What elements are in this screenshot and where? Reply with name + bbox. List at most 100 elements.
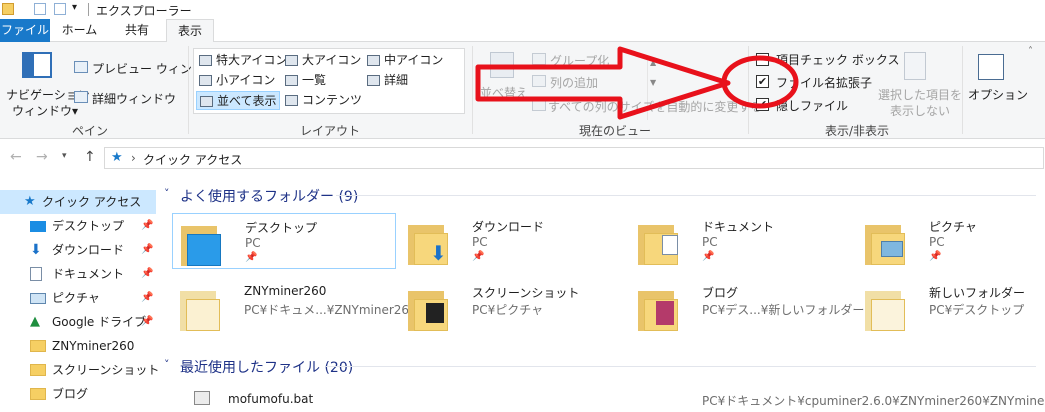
nav-label: Google ドライブ xyxy=(52,315,147,329)
recent-file-path: PC¥ドキュメント¥cpuminer2.6.0¥ZNYminer260¥ZNYm… xyxy=(702,394,1045,408)
recent-files-header[interactable]: 最近使用したファイル (20) xyxy=(180,357,353,377)
nav-label: ブログ xyxy=(52,387,89,401)
address-bar[interactable]: ★ › クイック アクセス xyxy=(104,147,1044,169)
tab-file[interactable]: ファイル xyxy=(0,19,50,42)
group-by-button[interactable]: グループ化 xyxy=(550,52,609,69)
layout-large-icons[interactable]: 大アイコン xyxy=(282,51,361,70)
folder-tile-documents[interactable]: ドキュメント PC 📌 xyxy=(630,213,854,269)
group-separator xyxy=(748,46,749,134)
nav-item-google-drive[interactable]: ▲ Google ドライブ 📌 xyxy=(0,310,156,334)
nav-quick-access[interactable]: ★ クイック アクセス xyxy=(0,190,156,214)
desktop-folder-icon xyxy=(177,220,233,266)
details-icon xyxy=(367,75,380,86)
section-divider xyxy=(336,195,1036,196)
layout-medium-icons[interactable]: 中アイコン xyxy=(364,51,443,70)
tile-name: ブログ xyxy=(702,286,739,300)
hidden-items-checkbox[interactable]: ✔ xyxy=(756,98,769,111)
extra-large-icons-icon xyxy=(199,55,212,66)
file-extensions-checkbox[interactable]: ✔ xyxy=(756,75,769,88)
large-icons-icon xyxy=(285,55,298,66)
nav-item-blog[interactable]: ブログ xyxy=(0,382,156,406)
group-label-current-view: 現在のビュー xyxy=(578,124,651,138)
ribbon-collapse-icon[interactable]: ˄ xyxy=(1028,46,1033,57)
nav-item-documents[interactable]: ドキュメント 📌 xyxy=(0,262,156,286)
documents-folder-icon xyxy=(634,219,690,265)
tab-home[interactable]: ホーム xyxy=(51,19,108,42)
pin-icon: 📌 xyxy=(472,251,485,262)
recent-file-row[interactable]: mofumofu.bat PC¥ドキュメント¥cpuminer2.6.0¥ZNY… xyxy=(172,387,1045,411)
size-all-columns-button[interactable]: すべての列のサイズを自動的に変更する xyxy=(548,98,762,115)
folder-tile-znyminer260[interactable]: ZNYminer260 PC¥ドキュメ...¥ZNYminer260 xyxy=(172,279,417,335)
medium-icons-icon xyxy=(367,55,380,66)
new-folder-icon[interactable] xyxy=(54,3,66,15)
collapse-frequent-icon[interactable]: ˅ xyxy=(164,187,170,200)
customize-quick-access-icon[interactable]: ▾ xyxy=(72,2,77,13)
preview-pane-button[interactable]: プレビュー ウィンドウ xyxy=(72,58,216,76)
layout-small-icons[interactable]: 小アイコン xyxy=(196,71,275,90)
tile-location: PC xyxy=(245,236,261,250)
collapse-recent-icon[interactable]: ˅ xyxy=(164,358,170,371)
sort-label: 並べ替え xyxy=(480,86,529,100)
nav-label: ZNYminer260 xyxy=(52,339,135,353)
breadcrumb-separator[interactable]: › xyxy=(131,151,136,165)
folder-tile-new-folder[interactable]: 新しいフォルダー PC¥デスクトップ xyxy=(857,279,1045,335)
properties-icon[interactable] xyxy=(34,3,46,15)
nav-item-pictures[interactable]: ピクチャ 📌 xyxy=(0,286,156,310)
hidden-items-label: 隠しファイル xyxy=(776,99,849,113)
hide-selected-icon xyxy=(904,52,926,80)
layout-item-label: 小アイコン xyxy=(216,73,276,87)
forward-icon[interactable]: → xyxy=(36,149,48,165)
tab-view[interactable]: 表示 xyxy=(166,19,214,43)
layout-details[interactable]: 詳細 xyxy=(364,71,408,90)
folder-icon xyxy=(861,285,917,331)
options-button[interactable]: オプション xyxy=(966,48,1028,114)
nav-item-znyminer260[interactable]: ZNYminer260 xyxy=(0,334,156,358)
nav-item-screenshots[interactable]: スクリーンショット xyxy=(0,358,159,382)
pin-icon[interactable]: 📌 xyxy=(141,286,153,310)
breadcrumb-quick-access[interactable]: クイック アクセス xyxy=(143,151,242,168)
scroll-up-icon[interactable]: ▲ xyxy=(650,58,656,67)
layout-item-label: コンテンツ xyxy=(302,93,363,107)
pin-icon[interactable]: 📌 xyxy=(141,310,153,334)
details-pane-button[interactable]: 詳細ウィンドウ xyxy=(72,88,176,106)
layout-list[interactable]: 一覧 xyxy=(282,71,326,90)
tab-share[interactable]: 共有 xyxy=(108,19,166,42)
nav-item-downloads[interactable]: ⬇ ダウンロード 📌 xyxy=(0,238,156,262)
list-icon xyxy=(285,75,298,86)
nav-item-desktop[interactable]: デスクトップ 📌 xyxy=(0,214,156,238)
add-column-button[interactable]: 列の追加 xyxy=(550,74,598,91)
tile-name: ドキュメント xyxy=(702,220,775,234)
frequent-folders-header[interactable]: よく使用するフォルダー (9) xyxy=(180,186,358,206)
folder-tile-screenshots[interactable]: スクリーンショット PC¥ピクチャ xyxy=(400,279,624,335)
layout-content[interactable]: コンテンツ xyxy=(282,91,362,110)
tile-name: デスクトップ xyxy=(245,221,318,235)
folder-tile-downloads[interactable]: ⬇ ダウンロード PC 📌 xyxy=(400,213,624,269)
layout-item-label: 一覧 xyxy=(302,73,327,87)
title-separator xyxy=(88,3,89,16)
google-drive-icon: ▲ xyxy=(30,314,40,329)
sort-by-button[interactable]: 並べ替え xyxy=(480,48,528,114)
size-columns-icon xyxy=(532,99,546,111)
section-divider xyxy=(326,366,1036,367)
layout-item-label: 特大アイコン xyxy=(216,53,288,67)
details-pane-icon xyxy=(74,91,88,103)
folder-tile-desktop[interactable]: デスクトップ PC 📌 xyxy=(172,213,396,269)
item-checkbox-toggle[interactable] xyxy=(756,53,769,66)
layout-tiles[interactable]: 並べて表示 xyxy=(196,91,280,110)
pin-icon[interactable]: 📌 xyxy=(141,238,153,262)
up-icon[interactable]: ↑ xyxy=(84,149,96,165)
hide-selected-items-button[interactable]: 選択した項目を 表示しない xyxy=(872,48,962,118)
nav-label: クイック アクセス xyxy=(42,195,142,209)
navigation-pane-button[interactable]: ナビゲーション ウィンドウ▾ xyxy=(4,46,90,118)
folder-icon xyxy=(30,364,46,376)
back-icon[interactable]: ← xyxy=(10,149,22,165)
layout-extra-large-icons[interactable]: 特大アイコン xyxy=(196,51,287,70)
tile-location: PC¥デスクトップ xyxy=(929,303,1025,317)
pin-icon[interactable]: 📌 xyxy=(141,214,153,238)
folder-tile-pictures[interactable]: ピクチャ PC 📌 xyxy=(857,213,1045,269)
nav-label: ダウンロード xyxy=(52,243,125,257)
recent-locations-icon[interactable]: ▾ xyxy=(62,151,67,161)
scroll-down-icon[interactable]: ▼ xyxy=(650,78,656,87)
pin-icon[interactable]: 📌 xyxy=(141,262,153,286)
folder-tile-blog[interactable]: ブログ PC¥デス...¥新しいフォルダー (2) xyxy=(630,279,885,335)
